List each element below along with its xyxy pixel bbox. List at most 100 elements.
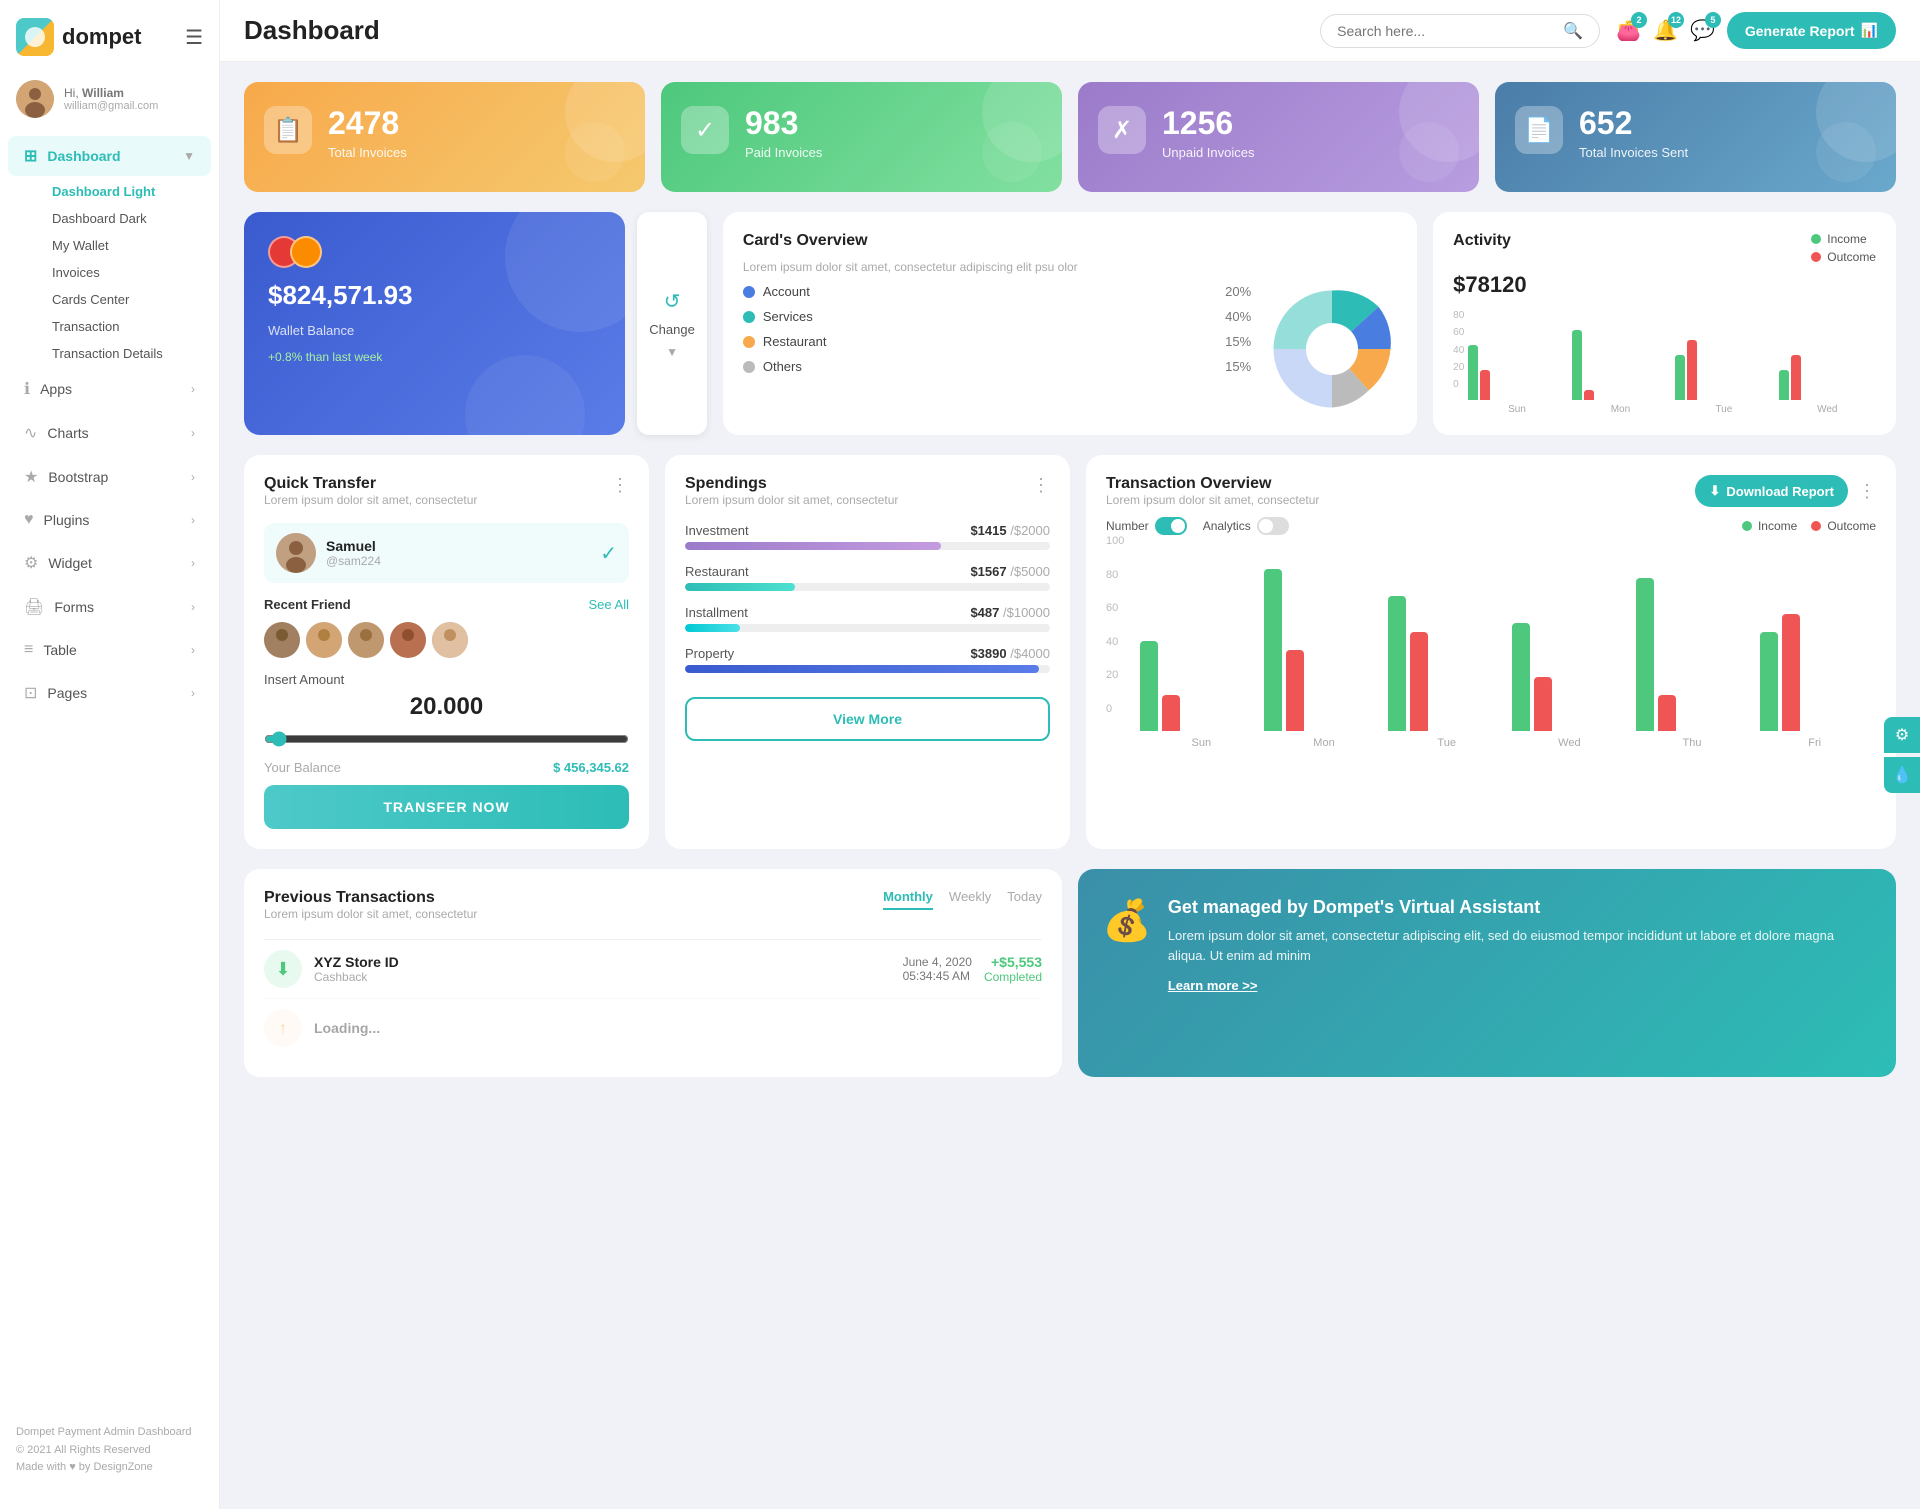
insert-amount-label: Insert Amount — [264, 672, 629, 687]
bar-labels: Sun Mon Tue Wed — [1468, 404, 1876, 415]
sidebar-item-dashboard[interactable]: ⊞ Dashboard ▼ — [8, 136, 211, 176]
see-all-link[interactable]: See All — [589, 597, 629, 612]
outcome-bar — [1687, 340, 1697, 400]
amount-slider[interactable] — [264, 731, 629, 747]
transaction-overview-card: Transaction Overview Lorem ipsum dolor s… — [1086, 455, 1896, 849]
balance-value: $ 456,345.62 — [553, 760, 629, 775]
analytics-toggle-switch[interactable] — [1257, 517, 1289, 535]
table-row: ⬇ XYZ Store ID Cashback June 4, 2020 05:… — [264, 939, 1042, 998]
tab-monthly[interactable]: Monthly — [883, 889, 933, 910]
sidebar-item-label: Pages — [47, 685, 87, 701]
sidebar-item-forms[interactable]: 🖨 Forms › — [8, 587, 211, 627]
sidebar-item-charts[interactable]: ∿ Charts › — [8, 413, 211, 453]
subnav-dashboard-dark[interactable]: Dashboard Dark — [36, 205, 219, 232]
sidebar-item-bootstrap[interactable]: ★ Bootstrap › — [8, 457, 211, 497]
number-toggle-switch[interactable] — [1155, 517, 1187, 535]
more-options-icon[interactable]: ⋮ — [1032, 475, 1050, 496]
logo-area: dompet ☰ — [0, 0, 219, 70]
sent-icon: 📄 — [1515, 106, 1563, 154]
search-icon[interactable]: 🔍 — [1563, 21, 1583, 41]
sidebar-footer: Dompet Payment Admin Dashboard © 2021 Al… — [0, 1408, 219, 1493]
sidebar-item-table[interactable]: ≡ Table › — [8, 631, 211, 669]
bottom-row: Quick Transfer Lorem ipsum dolor sit ame… — [244, 455, 1896, 849]
view-more-button[interactable]: View More — [685, 697, 1050, 741]
income-bar — [1468, 345, 1478, 400]
change-card[interactable]: ↺ Change ▼ — [637, 212, 707, 435]
spending-amounts: $487 /$10000 — [970, 605, 1050, 620]
tab-today[interactable]: Today — [1007, 889, 1042, 910]
to-controls: ⬇ Download Report ⋮ — [1695, 475, 1876, 507]
chevron-right-icon: › — [191, 426, 195, 440]
sidebar-item-label: Table — [43, 642, 76, 658]
generate-report-button[interactable]: Generate Report 📊 — [1727, 12, 1896, 49]
friend-avatar-2[interactable] — [306, 622, 342, 658]
generate-report-label: Generate Report — [1745, 23, 1855, 39]
quick-transfer-title: Quick Transfer — [264, 475, 477, 493]
subnav-transaction-details[interactable]: Transaction Details — [36, 340, 219, 367]
friend-avatar-4[interactable] — [390, 622, 426, 658]
friend-avatar-3[interactable] — [348, 622, 384, 658]
to-legend: Income Outcome — [1742, 519, 1876, 533]
overview-pct: 20% — [1225, 284, 1251, 299]
outcome-bar — [1162, 695, 1180, 731]
settings-button[interactable]: ⚙ — [1884, 717, 1920, 753]
list-item: Others 15% — [743, 359, 1251, 374]
download-report-button[interactable]: ⬇ Download Report — [1695, 475, 1848, 507]
income-bar — [1779, 370, 1789, 400]
search-box[interactable]: 🔍 — [1320, 14, 1600, 48]
bar-group-mon — [1264, 569, 1380, 731]
droplet-button[interactable]: 💧 — [1884, 757, 1920, 793]
chat-icon-badge[interactable]: 💬 5 — [1690, 18, 1715, 43]
others-dot — [743, 361, 755, 373]
subnav-dashboard-light[interactable]: Dashboard Light — [36, 178, 219, 205]
overview-name: Account — [763, 284, 1217, 299]
wallet-label: Wallet Balance — [268, 323, 601, 338]
cards-overview: Card's Overview Lorem ipsum dolor sit am… — [723, 212, 1417, 435]
dashboard-subnav: Dashboard Light Dashboard Dark My Wallet… — [0, 178, 219, 367]
apps-icon: ℹ — [24, 379, 30, 399]
tx-date: June 4, 2020 05:34:45 AM — [903, 955, 972, 983]
overview-pct: 40% — [1225, 309, 1251, 324]
friend-avatar-1[interactable] — [264, 622, 300, 658]
activity-card: Activity Income Outcome $78120 — [1433, 212, 1896, 435]
search-input[interactable] — [1337, 23, 1555, 39]
sidebar-item-apps[interactable]: ℹ Apps › — [8, 369, 211, 409]
stat-label: Unpaid Invoices — [1162, 145, 1255, 160]
bar-label-sun: Sun — [1468, 404, 1565, 415]
widget-icon: ⚙ — [24, 553, 38, 573]
decorative-circle — [505, 212, 625, 332]
friend-avatar-5[interactable] — [432, 622, 468, 658]
income-dot — [1742, 521, 1752, 531]
subnav-invoices[interactable]: Invoices — [36, 259, 219, 286]
spending-item-investment: Investment $1415 /$2000 — [685, 523, 1050, 550]
header-icons: 👛 2 🔔 12 💬 5 Generate Report 📊 — [1616, 12, 1896, 49]
mastercard-amber-icon — [290, 236, 322, 268]
restaurant-dot — [743, 336, 755, 348]
more-options-icon[interactable]: ⋮ — [611, 475, 629, 496]
stat-value: 2478 — [328, 106, 407, 141]
subnav-my-wallet[interactable]: My Wallet — [36, 232, 219, 259]
more-options-icon[interactable]: ⋮ — [1858, 481, 1876, 502]
virtual-assistant-banner: 💰 Get managed by Dompet's Virtual Assist… — [1078, 869, 1896, 1077]
sidebar: dompet ☰ Hi, William william@gmail.com ⊞… — [0, 0, 220, 1509]
spending-amounts: $3890 /$4000 — [970, 646, 1050, 661]
hamburger-menu[interactable]: ☰ — [185, 25, 203, 50]
bell-badge: 12 — [1668, 12, 1684, 28]
wallet-icon-badge[interactable]: 👛 2 — [1616, 18, 1641, 43]
app-logo-icon — [16, 18, 54, 56]
insert-amount-value: 20.000 — [264, 693, 629, 721]
sidebar-item-pages[interactable]: ⊡ Pages › — [8, 673, 211, 713]
to-chart-area: 0 20 40 60 80 100 — [1106, 535, 1876, 749]
sidebar-item-widget[interactable]: ⚙ Widget › — [8, 543, 211, 583]
transfer-now-button[interactable]: TRANSFER NOW — [264, 785, 629, 829]
sidebar-item-plugins[interactable]: ♥ Plugins › — [8, 501, 211, 539]
subnav-cards-center[interactable]: Cards Center — [36, 286, 219, 313]
tab-weekly[interactable]: Weekly — [949, 889, 991, 910]
income-bar — [1512, 623, 1530, 731]
subnav-transaction[interactable]: Transaction — [36, 313, 219, 340]
va-title: Get managed by Dompet's Virtual Assistan… — [1168, 897, 1872, 918]
outcome-bar — [1782, 614, 1800, 731]
va-learn-more-link[interactable]: Learn more >> — [1168, 978, 1258, 993]
bell-icon-badge[interactable]: 🔔 12 — [1653, 18, 1678, 43]
made-by: Made with ♥ by DesignZone — [16, 1459, 203, 1477]
